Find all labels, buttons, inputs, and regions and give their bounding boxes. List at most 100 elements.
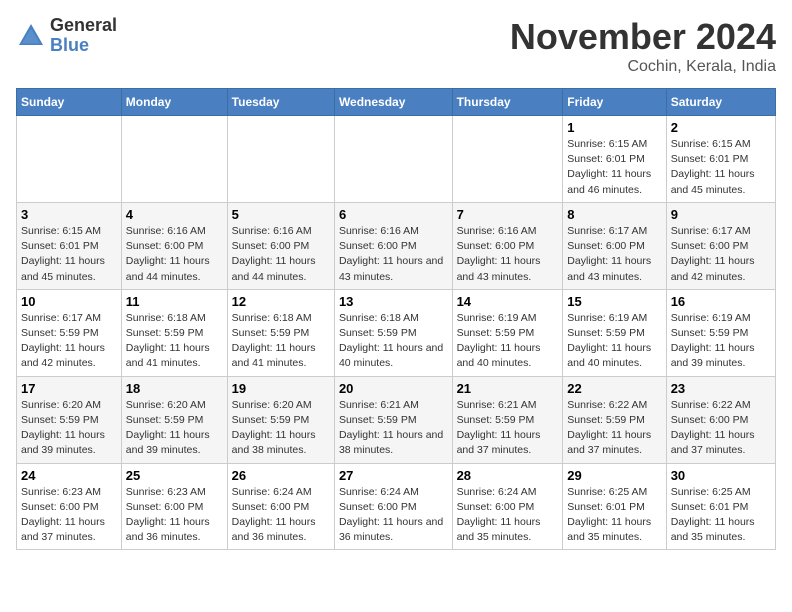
- sunset: Sunset: 6:00 PM: [457, 501, 535, 513]
- table-row: 26 Sunrise: 6:24 AM Sunset: 6:00 PM Dayl…: [227, 463, 334, 550]
- daylight: Daylight: 11 hours and 39 minutes.: [21, 429, 105, 456]
- sunrise: Sunrise: 6:15 AM: [671, 138, 751, 150]
- day-number: 29: [567, 468, 661, 483]
- table-row: 9 Sunrise: 6:17 AM Sunset: 6:00 PM Dayli…: [666, 202, 775, 289]
- daylight: Daylight: 11 hours and 38 minutes.: [339, 429, 443, 456]
- sunset: Sunset: 6:01 PM: [567, 153, 645, 165]
- table-row: 18 Sunrise: 6:20 AM Sunset: 5:59 PM Dayl…: [121, 376, 227, 463]
- day-info: Sunrise: 6:15 AM Sunset: 6:01 PM Dayligh…: [567, 137, 661, 198]
- table-row: 12 Sunrise: 6:18 AM Sunset: 5:59 PM Dayl…: [227, 289, 334, 376]
- daylight: Daylight: 11 hours and 35 minutes.: [671, 516, 755, 543]
- day-info: Sunrise: 6:24 AM Sunset: 6:00 PM Dayligh…: [457, 485, 559, 546]
- day-info: Sunrise: 6:18 AM Sunset: 5:59 PM Dayligh…: [232, 311, 330, 372]
- table-row: 23 Sunrise: 6:22 AM Sunset: 6:00 PM Dayl…: [666, 376, 775, 463]
- day-number: 22: [567, 381, 661, 396]
- daylight: Daylight: 11 hours and 36 minutes.: [126, 516, 210, 543]
- day-info: Sunrise: 6:18 AM Sunset: 5:59 PM Dayligh…: [126, 311, 223, 372]
- table-row: [121, 116, 227, 203]
- daylight: Daylight: 11 hours and 37 minutes.: [567, 429, 651, 456]
- day-number: 21: [457, 381, 559, 396]
- daylight: Daylight: 11 hours and 44 minutes.: [232, 255, 316, 282]
- day-info: Sunrise: 6:19 AM Sunset: 5:59 PM Dayligh…: [457, 311, 559, 372]
- sunrise: Sunrise: 6:20 AM: [126, 399, 206, 411]
- table-row: 2 Sunrise: 6:15 AM Sunset: 6:01 PM Dayli…: [666, 116, 775, 203]
- daylight: Daylight: 11 hours and 36 minutes.: [339, 516, 443, 543]
- logo: General Blue: [16, 16, 117, 56]
- day-info: Sunrise: 6:23 AM Sunset: 6:00 PM Dayligh…: [126, 485, 223, 546]
- sunrise: Sunrise: 6:24 AM: [232, 486, 312, 498]
- day-info: Sunrise: 6:15 AM Sunset: 6:01 PM Dayligh…: [671, 137, 771, 198]
- daylight: Daylight: 11 hours and 45 minutes.: [21, 255, 105, 282]
- table-row: 10 Sunrise: 6:17 AM Sunset: 5:59 PM Dayl…: [17, 289, 122, 376]
- sunrise: Sunrise: 6:17 AM: [671, 225, 751, 237]
- sunset: Sunset: 6:00 PM: [126, 240, 204, 252]
- page-header: General Blue November 2024 Cochin, Keral…: [16, 16, 776, 76]
- day-number: 25: [126, 468, 223, 483]
- daylight: Daylight: 11 hours and 46 minutes.: [567, 168, 651, 195]
- table-row: 24 Sunrise: 6:23 AM Sunset: 6:00 PM Dayl…: [17, 463, 122, 550]
- day-info: Sunrise: 6:20 AM Sunset: 5:59 PM Dayligh…: [232, 398, 330, 459]
- table-row: 21 Sunrise: 6:21 AM Sunset: 5:59 PM Dayl…: [452, 376, 563, 463]
- sunset: Sunset: 6:00 PM: [671, 414, 749, 426]
- day-number: 26: [232, 468, 330, 483]
- daylight: Daylight: 11 hours and 44 minutes.: [126, 255, 210, 282]
- daylight: Daylight: 11 hours and 42 minutes.: [671, 255, 755, 282]
- sunset: Sunset: 5:59 PM: [339, 414, 417, 426]
- sunrise: Sunrise: 6:19 AM: [567, 312, 647, 324]
- day-number: 11: [126, 294, 223, 309]
- daylight: Daylight: 11 hours and 41 minutes.: [126, 342, 210, 369]
- table-row: 17 Sunrise: 6:20 AM Sunset: 5:59 PM Dayl…: [17, 376, 122, 463]
- day-info: Sunrise: 6:24 AM Sunset: 6:00 PM Dayligh…: [339, 485, 448, 546]
- sunset: Sunset: 6:01 PM: [567, 501, 645, 513]
- day-info: Sunrise: 6:20 AM Sunset: 5:59 PM Dayligh…: [126, 398, 223, 459]
- sunrise: Sunrise: 6:19 AM: [457, 312, 537, 324]
- calendar-week-row: 17 Sunrise: 6:20 AM Sunset: 5:59 PM Dayl…: [17, 376, 776, 463]
- day-number: 28: [457, 468, 559, 483]
- day-number: 20: [339, 381, 448, 396]
- calendar-title: November 2024: [510, 16, 776, 58]
- sunrise: Sunrise: 6:18 AM: [126, 312, 206, 324]
- daylight: Daylight: 11 hours and 42 minutes.: [21, 342, 105, 369]
- daylight: Daylight: 11 hours and 40 minutes.: [567, 342, 651, 369]
- day-number: 18: [126, 381, 223, 396]
- daylight: Daylight: 11 hours and 43 minutes.: [567, 255, 651, 282]
- daylight: Daylight: 11 hours and 43 minutes.: [457, 255, 541, 282]
- daylight: Daylight: 11 hours and 36 minutes.: [232, 516, 316, 543]
- day-number: 13: [339, 294, 448, 309]
- day-number: 12: [232, 294, 330, 309]
- daylight: Daylight: 11 hours and 43 minutes.: [339, 255, 443, 282]
- title-block: November 2024 Cochin, Kerala, India: [510, 16, 776, 76]
- day-number: 17: [21, 381, 117, 396]
- daylight: Daylight: 11 hours and 40 minutes.: [457, 342, 541, 369]
- table-row: 3 Sunrise: 6:15 AM Sunset: 6:01 PM Dayli…: [17, 202, 122, 289]
- header-thursday: Thursday: [452, 89, 563, 116]
- sunrise: Sunrise: 6:22 AM: [671, 399, 751, 411]
- header-friday: Friday: [563, 89, 666, 116]
- day-info: Sunrise: 6:18 AM Sunset: 5:59 PM Dayligh…: [339, 311, 448, 372]
- day-number: 8: [567, 207, 661, 222]
- sunrise: Sunrise: 6:21 AM: [339, 399, 419, 411]
- sunrise: Sunrise: 6:25 AM: [671, 486, 751, 498]
- day-info: Sunrise: 6:22 AM Sunset: 5:59 PM Dayligh…: [567, 398, 661, 459]
- table-row: 4 Sunrise: 6:16 AM Sunset: 6:00 PM Dayli…: [121, 202, 227, 289]
- logo-general: General: [50, 16, 117, 36]
- day-number: 15: [567, 294, 661, 309]
- day-number: 27: [339, 468, 448, 483]
- day-number: 5: [232, 207, 330, 222]
- sunset: Sunset: 5:59 PM: [232, 327, 310, 339]
- day-info: Sunrise: 6:17 AM Sunset: 6:00 PM Dayligh…: [671, 224, 771, 285]
- sunset: Sunset: 5:59 PM: [126, 414, 204, 426]
- day-info: Sunrise: 6:17 AM Sunset: 5:59 PM Dayligh…: [21, 311, 117, 372]
- sunrise: Sunrise: 6:19 AM: [671, 312, 751, 324]
- day-info: Sunrise: 6:25 AM Sunset: 6:01 PM Dayligh…: [671, 485, 771, 546]
- sunset: Sunset: 6:00 PM: [126, 501, 204, 513]
- table-row: 25 Sunrise: 6:23 AM Sunset: 6:00 PM Dayl…: [121, 463, 227, 550]
- day-number: 1: [567, 120, 661, 135]
- sunset: Sunset: 5:59 PM: [567, 414, 645, 426]
- day-info: Sunrise: 6:15 AM Sunset: 6:01 PM Dayligh…: [21, 224, 117, 285]
- day-info: Sunrise: 6:19 AM Sunset: 5:59 PM Dayligh…: [671, 311, 771, 372]
- day-number: 3: [21, 207, 117, 222]
- day-info: Sunrise: 6:21 AM Sunset: 5:59 PM Dayligh…: [457, 398, 559, 459]
- sunset: Sunset: 6:00 PM: [567, 240, 645, 252]
- sunrise: Sunrise: 6:15 AM: [567, 138, 647, 150]
